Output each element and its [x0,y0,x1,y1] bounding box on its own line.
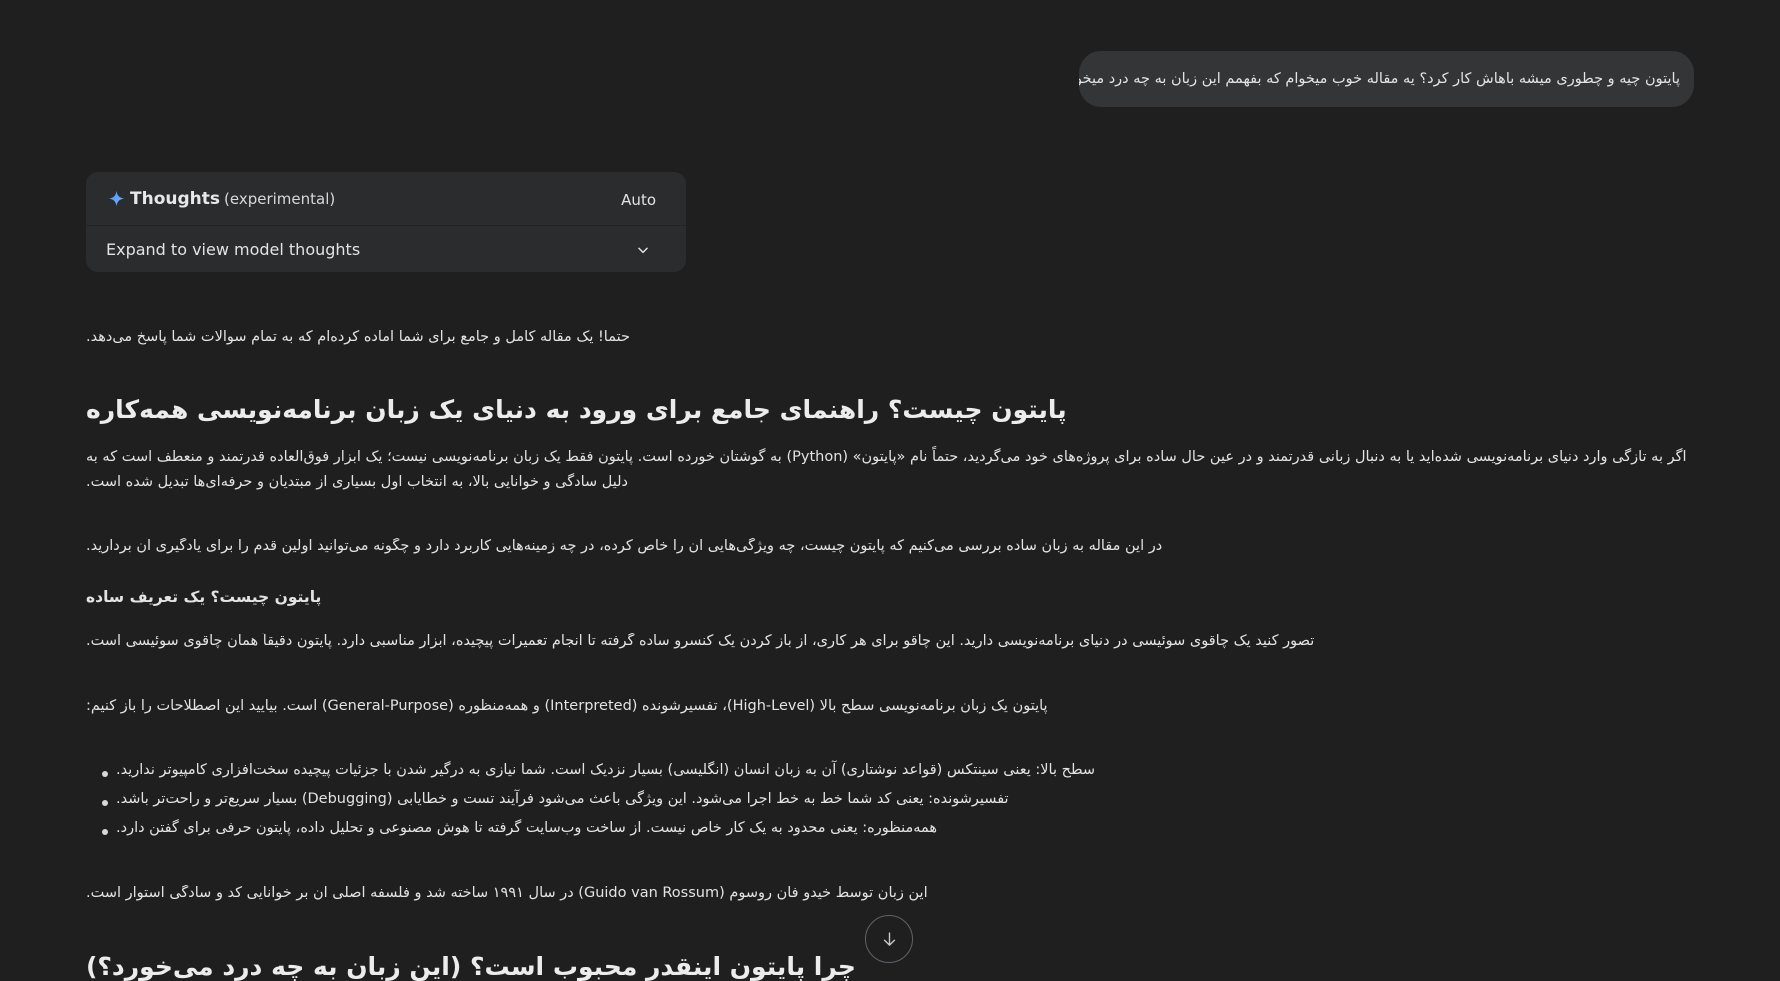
paragraph-4: پایتون یک زبان برنامه‌نویسی سطح بالا (Hi… [86,698,1048,714]
sparkle-icon [108,190,125,207]
thoughts-subtitle: (experimental) [224,190,336,208]
paragraph-5: این زبان توسط خیدو فان روسوم (Guido van … [86,885,928,901]
thoughts-header: Thoughts (experimental) Auto [86,172,686,226]
definition-list: سطح بالا: یعنی سینتکس (قواعد نوشتاری) آن… [100,762,1600,849]
thoughts-mode[interactable]: Auto [621,191,656,209]
response-intro: حتما! یک مقاله کامل و جامع برای شما آماد… [86,329,630,345]
arrow-down-icon [883,932,896,946]
expand-thoughts-button[interactable]: Expand to view model thoughts [86,226,686,272]
list-item: تفسیرشونده: یعنی کد شما خط به خط اجرا می… [100,791,1600,820]
user-prompt-bubble: پایتون چیه و چطوری میشه باهاش کار کرد؟ ی… [1079,51,1694,107]
list-item: همه‌منظوره: یعنی محدود به یک کار خاص نیس… [100,820,1600,849]
expand-thoughts-label: Expand to view model thoughts [106,240,361,259]
thoughts-panel: Thoughts (experimental) Auto Expand to vi… [86,172,686,272]
list-item: سطح بالا: یعنی سینتکس (قواعد نوشتاری) آن… [100,762,1600,791]
scroll-down-button[interactable] [865,915,913,963]
heading-main: پایتون چیست؟ راهنمای جامع برای ورود به د… [86,395,1067,424]
thoughts-title: Thoughts (experimental) [130,189,336,209]
paragraph-3: تصور کنید یک چاقوی سوئیسی در دنیای برنام… [86,633,1315,649]
paragraph-1: اگر به تازگی وارد دنیای برنامه‌نویسی شده… [86,449,1687,490]
paragraph-2: در این مقاله به زبان ساده بررسی می‌کنیم … [86,538,1163,554]
heading-definition: پایتون چیست؟ یک تعریف ساده [86,588,322,606]
chevron-down-icon [638,247,648,254]
